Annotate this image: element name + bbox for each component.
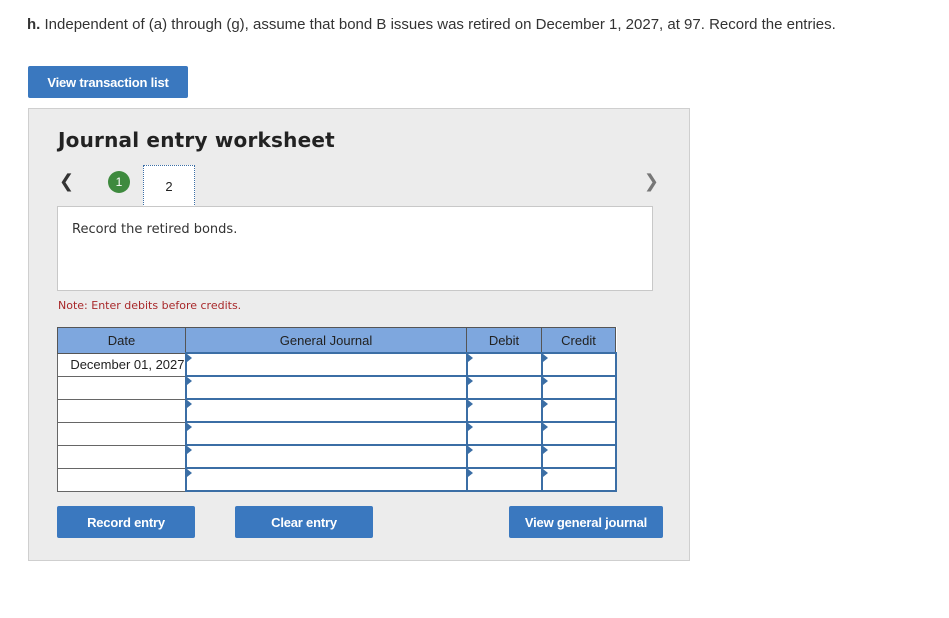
debit-input[interactable] — [465, 421, 543, 446]
table-row — [57, 375, 617, 400]
account-input[interactable] — [184, 398, 468, 423]
date-cell — [57, 398, 186, 423]
table-row — [57, 421, 617, 446]
date-cell — [57, 444, 186, 469]
record-entry-button[interactable]: Record entry — [57, 506, 195, 538]
debit-input[interactable] — [465, 352, 543, 377]
step-1-badge[interactable]: 1 — [108, 171, 130, 193]
date-cell — [57, 375, 186, 400]
question-body: Independent of (a) through (g), assume t… — [44, 16, 836, 33]
account-input[interactable] — [184, 444, 468, 469]
header-debit: Debit — [466, 327, 542, 354]
chevron-right-icon[interactable]: ❯ — [644, 171, 659, 192]
debit-input[interactable] — [465, 444, 543, 469]
table-row — [57, 398, 617, 423]
credit-input[interactable] — [540, 398, 617, 423]
entry-note: Note: Enter debits before credits. — [58, 299, 242, 312]
account-input[interactable] — [184, 375, 468, 400]
step-2-tab[interactable]: 2 — [143, 165, 195, 207]
debit-input[interactable] — [465, 398, 543, 423]
clear-entry-button[interactable]: Clear entry — [235, 506, 373, 538]
credit-input[interactable] — [540, 352, 617, 377]
account-input[interactable] — [184, 421, 468, 446]
account-input[interactable] — [184, 467, 468, 492]
journal-header-row: Date General Journal Debit Credit — [57, 327, 616, 354]
table-row — [57, 467, 617, 492]
header-date: Date — [57, 327, 186, 354]
step-description: Record the retired bonds. — [57, 206, 653, 291]
header-credit: Credit — [541, 327, 616, 354]
date-cell — [57, 467, 186, 492]
view-general-journal-button[interactable]: View general journal — [509, 506, 663, 538]
chevron-left-icon[interactable]: ❮ — [59, 171, 74, 192]
date-cell: December 01, 2027 — [57, 352, 186, 377]
debit-input[interactable] — [465, 375, 543, 400]
credit-input[interactable] — [540, 421, 617, 446]
account-input[interactable] — [184, 352, 468, 377]
credit-input[interactable] — [540, 467, 617, 492]
header-general-journal: General Journal — [185, 327, 467, 354]
credit-input[interactable] — [540, 444, 617, 469]
date-cell — [57, 421, 186, 446]
credit-input[interactable] — [540, 375, 617, 400]
journal-entry-worksheet-panel: Journal entry worksheet ❮ 1 2 ❯ Record t… — [28, 108, 690, 561]
worksheet-title: Journal entry worksheet — [58, 128, 335, 152]
journal-table: Date General Journal Debit Credit Decemb… — [57, 327, 617, 492]
question-prefix: h. — [27, 16, 41, 33]
table-row: December 01, 2027 — [57, 352, 617, 377]
debit-input[interactable] — [465, 467, 543, 492]
view-transaction-list-button[interactable]: View transaction list — [28, 66, 188, 98]
question-text: h. Independent of (a) through (g), assum… — [27, 16, 836, 33]
table-row — [57, 444, 617, 469]
